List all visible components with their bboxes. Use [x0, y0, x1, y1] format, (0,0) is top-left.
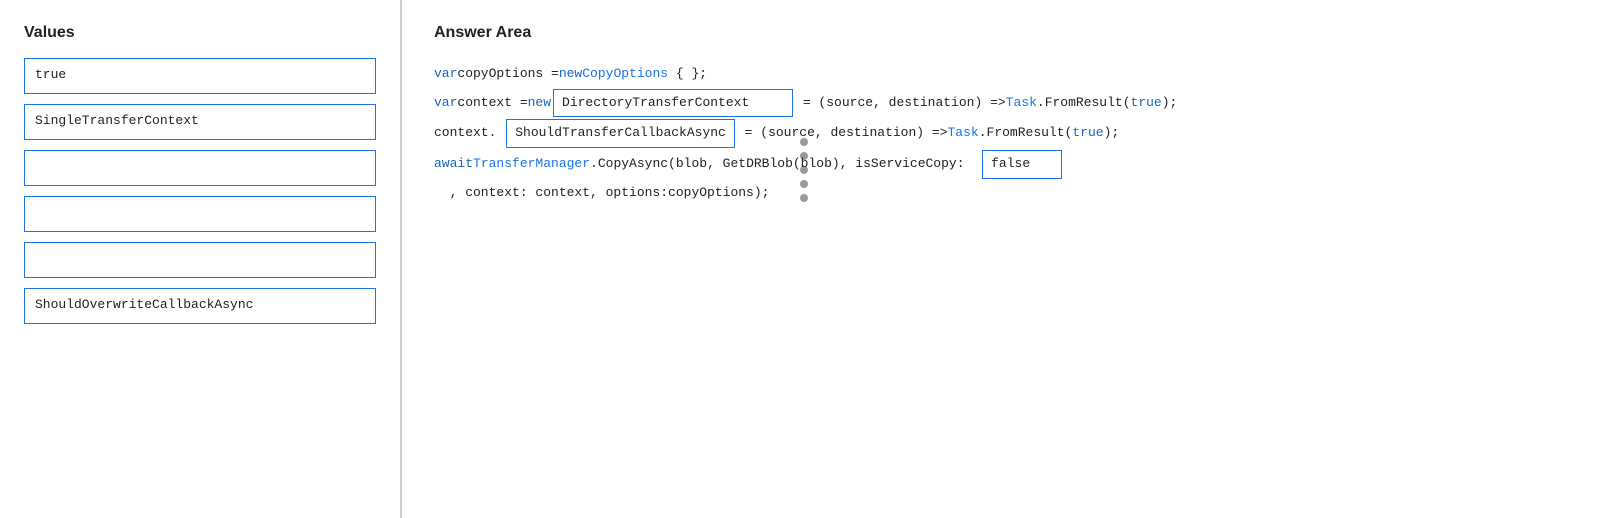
answer-area-panel: Answer Area var copyOptions = new CopyOp…: [402, 0, 1607, 518]
code-lambda-2: = (source, destination) =>: [737, 121, 948, 146]
code-paren-2: );: [1104, 121, 1120, 146]
value-box-true[interactable]: true: [24, 58, 376, 94]
value-box-single[interactable]: SingleTransferContext: [24, 104, 376, 140]
kw-true-2: true: [1072, 121, 1103, 146]
values-panel: Values true SingleTransferContext Should…: [0, 0, 400, 518]
value-boxes: true SingleTransferContext ShouldOverwri…: [24, 58, 376, 324]
cls-transfermanager: TransferManager: [473, 152, 590, 177]
dropbox-callback-type[interactable]: ShouldTransferCallbackAsync: [506, 119, 735, 148]
code-area: var copyOptions = new CopyOptions { }; v…: [434, 62, 1575, 205]
code-line-3: context. ShouldTransferCallbackAsync = (…: [434, 119, 1575, 148]
value-box-empty3[interactable]: [24, 242, 376, 278]
dropbox-context-type[interactable]: DirectoryTransferContext: [553, 89, 793, 118]
cls-copyoptions: CopyOptions: [582, 62, 668, 87]
kw-var-1: var: [434, 62, 457, 87]
kw-true-1: true: [1131, 91, 1162, 116]
kw-new-1: new: [559, 62, 582, 87]
value-box-empty2[interactable]: [24, 196, 376, 232]
value-box-empty1[interactable]: [24, 150, 376, 186]
kw-var-2: var: [434, 91, 457, 116]
answer-area-title: Answer Area: [434, 24, 1575, 42]
code-context-dot: context.: [434, 121, 504, 146]
code-context-options: , context: context, options:copyOptions)…: [434, 181, 769, 206]
code-line-4: await TransferManager .CopyAsync(blob, G…: [434, 150, 1575, 179]
kw-await: await: [434, 152, 473, 177]
code-paren-1: );: [1162, 91, 1178, 116]
cls-task-2: Task: [948, 121, 979, 146]
code-brace-1: { };: [668, 62, 707, 87]
code-line-2: var context = new DirectoryTransferConte…: [434, 89, 1575, 118]
code-copyoptions-assign: copyOptions =: [457, 62, 558, 87]
value-box-should-overwrite[interactable]: ShouldOverwriteCallbackAsync: [24, 288, 376, 324]
code-fromresult-2: .FromResult(: [979, 121, 1073, 146]
cls-task-1: Task: [1006, 91, 1037, 116]
code-copyasync: .CopyAsync(blob, GetDRBlob(blob), isServ…: [590, 152, 980, 177]
code-lambda-1: = (source, destination) =>: [795, 91, 1006, 116]
code-fromresult-1: .FromResult(: [1037, 91, 1131, 116]
kw-new-2: new: [528, 91, 551, 116]
values-title: Values: [24, 24, 376, 42]
dropbox-isservicecopy-value[interactable]: false: [982, 150, 1062, 179]
code-line-5: , context: context, options:copyOptions)…: [434, 181, 1575, 206]
code-line-1: var copyOptions = new CopyOptions { };: [434, 62, 1575, 87]
code-context-assign: context =: [457, 91, 527, 116]
